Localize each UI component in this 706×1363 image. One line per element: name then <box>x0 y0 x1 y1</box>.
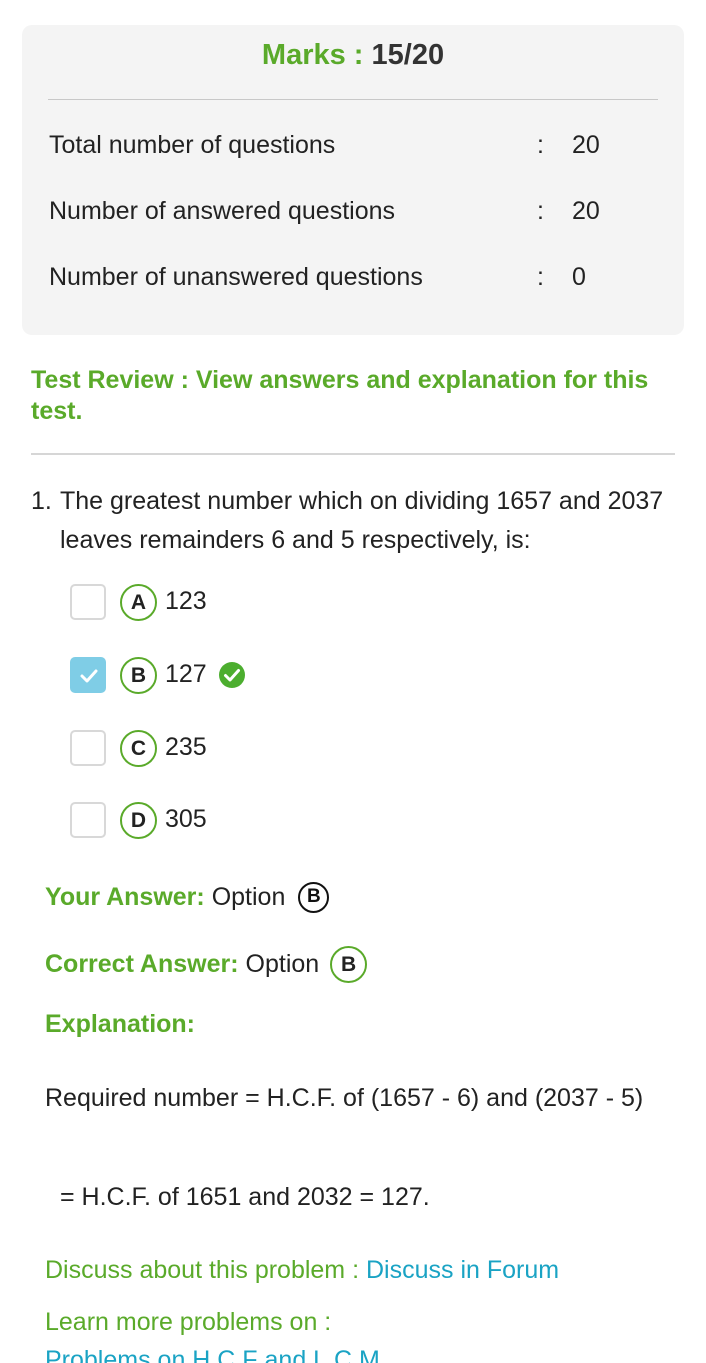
topic-link[interactable]: Problems on H.C.F and L.C.M <box>45 1346 380 1363</box>
stat-value: 20 <box>572 131 600 159</box>
correct-answer-text: Option <box>238 950 327 978</box>
discuss-label: Discuss about this problem : <box>45 1256 366 1284</box>
correct-answer: Correct Answer: Option B <box>45 946 368 983</box>
option-b-checkbox[interactable] <box>70 657 106 693</box>
stat-value: 20 <box>572 197 600 225</box>
discuss-row: Discuss about this problem : Discuss in … <box>45 1256 559 1285</box>
option-d-checkbox[interactable] <box>70 802 106 838</box>
option-c[interactable]: C 235 <box>70 729 470 767</box>
option-a-checkbox[interactable] <box>70 584 106 620</box>
explanation-line-2: = H.C.F. of 1651 and 2032 = 127. <box>60 1183 430 1211</box>
option-a-letter: A <box>120 584 157 621</box>
your-answer-label: Your Answer: <box>45 883 205 911</box>
learn-more-label: Learn more problems on : <box>45 1308 332 1336</box>
stat-value: 0 <box>572 263 586 291</box>
checkmark-icon <box>80 669 98 683</box>
test-review-heading: Test Review : View answers and explanati… <box>31 366 649 425</box>
stat-total-questions: Total number of questions : 20 <box>49 131 664 161</box>
option-c-checkbox[interactable] <box>70 730 106 766</box>
discuss-in-forum-link[interactable]: Discuss in Forum <box>366 1256 559 1284</box>
your-answer-option-badge: B <box>298 882 330 913</box>
stat-colon: : <box>537 131 544 159</box>
question-text: 1. The greatest number which on dividing… <box>31 482 671 560</box>
correct-check-circle-icon <box>219 662 245 688</box>
stat-label: Total number of questions <box>49 131 336 159</box>
option-b[interactable]: B 127 <box>70 656 470 694</box>
your-answer-text: Option <box>204 883 293 911</box>
correct-answer-label: Correct Answer: <box>45 950 239 978</box>
summary-divider <box>48 99 658 100</box>
question-body: The greatest number which on dividing 16… <box>60 487 664 554</box>
option-d[interactable]: D 305 <box>70 801 470 839</box>
correct-answer-option-badge: B <box>330 946 368 983</box>
explanation-heading: Explanation: <box>45 1010 196 1038</box>
option-a[interactable]: A 123 <box>70 583 470 621</box>
stat-label: Number of answered questions <box>49 197 396 225</box>
stat-colon: : <box>537 197 544 225</box>
marks-value: 15/20 <box>371 39 445 71</box>
result-summary-card: Marks : 15/20 Total number of questions … <box>22 25 684 335</box>
your-answer: Your Answer: Option B <box>45 882 330 918</box>
section-divider <box>31 453 675 455</box>
question-number: 1. <box>31 487 52 515</box>
stat-label: Number of unanswered questions <box>49 263 423 291</box>
option-d-text: 305 <box>165 805 207 833</box>
option-c-letter: C <box>120 730 157 767</box>
stat-colon: : <box>537 263 544 291</box>
option-b-letter: B <box>120 657 157 694</box>
stat-unanswered-questions: Number of unanswered questions : 0 <box>49 263 664 293</box>
option-a-text: 123 <box>165 587 207 615</box>
marks-label: Marks : <box>261 39 372 71</box>
explanation-line-1: Required number = H.C.F. of (1657 - 6) a… <box>45 1084 644 1112</box>
marks-score: Marks : 15/20 <box>22 39 684 72</box>
stat-answered-questions: Number of answered questions : 20 <box>49 197 664 227</box>
option-d-letter: D <box>120 802 157 839</box>
option-c-text: 235 <box>165 733 207 761</box>
option-b-text: 127 <box>165 660 207 688</box>
